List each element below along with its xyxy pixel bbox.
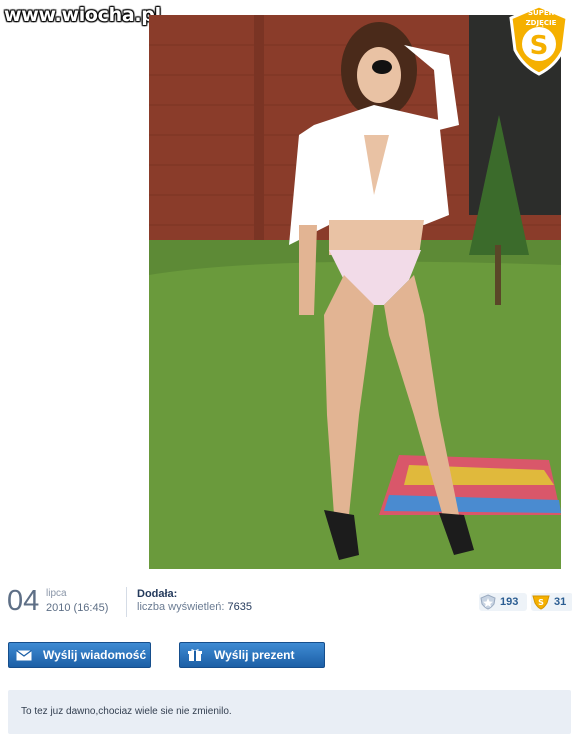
site-watermark: www.wiocha.pl [4,4,161,26]
super-rating[interactable]: S 31 [531,593,572,611]
send-message-button[interactable]: Wyślij wiadomość [8,642,151,668]
badge-letter: S [530,31,549,61]
gift-icon [180,648,210,662]
send-gift-button[interactable]: Wyślij prezent [179,642,325,668]
post-month: lipca [46,588,67,599]
views-label: liczba wyświetleń: [137,601,225,613]
info-divider [126,587,127,617]
added-by-label: Dodała: [137,588,178,600]
super-photo-badge-icon: S SUPER ZDJĘCIE [505,4,572,76]
shield-rating-icon [480,594,496,610]
post-info: 04 lipca 2010 (16:45) Dodała: liczba wyś… [0,584,572,624]
shield-count: 193 [500,596,519,608]
shield-rating[interactable]: 193 [479,593,527,611]
views-counter: liczba wyświetleń: 7635 [137,601,252,613]
svg-text:S: S [538,598,544,607]
send-message-label: Wyślij wiadomość [43,648,147,662]
super-badge-icon: S [532,595,550,610]
main-photo[interactable] [149,15,561,569]
badge-line1: SUPER [528,9,555,17]
post-datetime: 2010 (16:45) [46,602,109,614]
comment-text: To tez juz dawno,chociaz wiele sie nie z… [21,706,232,717]
views-value: 7635 [227,601,252,613]
super-count: 31 [554,596,567,608]
post-day: 04 [7,585,40,617]
badge-line2: ZDJĘCIE [526,19,557,27]
comment-box: To tez juz dawno,chociaz wiele sie nie z… [8,690,571,734]
envelope-icon [9,649,39,661]
send-gift-label: Wyślij prezent [214,648,295,662]
